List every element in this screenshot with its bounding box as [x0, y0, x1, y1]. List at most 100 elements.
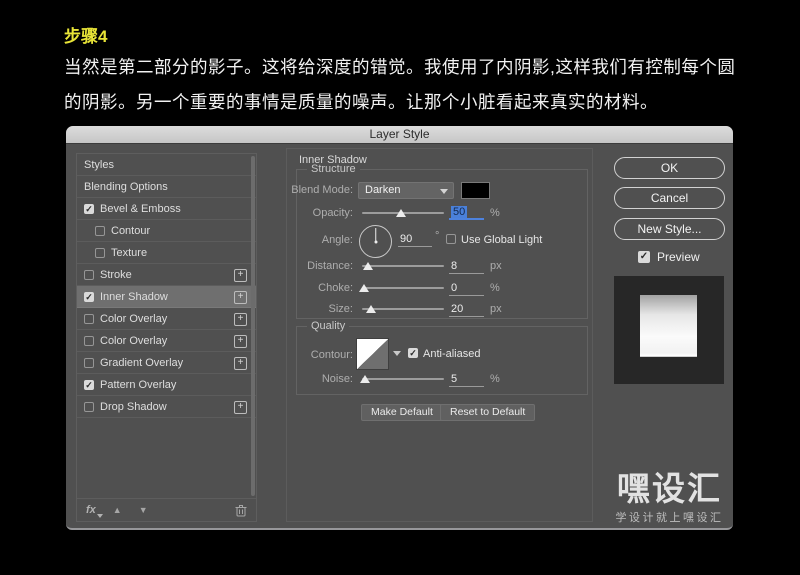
- add-effect-icon[interactable]: +: [234, 269, 247, 282]
- size-label: Size:: [328, 303, 353, 315]
- sidebar-item-styles[interactable]: Styles: [77, 154, 256, 176]
- anti-aliased-label: Anti-aliased: [423, 348, 481, 360]
- slider-track[interactable]: [362, 265, 444, 267]
- add-effect-icon[interactable]: +: [234, 335, 247, 348]
- choke-unit: %: [490, 282, 500, 294]
- chevron-down-icon[interactable]: [393, 351, 401, 356]
- distance-slider[interactable]: [362, 261, 444, 271]
- sidebar-item-color-overlay-1[interactable]: ✓ Color Overlay +: [77, 308, 256, 330]
- sidebar-item-label: Gradient Overlay: [100, 356, 184, 369]
- sidebar-item-gradient-overlay[interactable]: ✓ Gradient Overlay +: [77, 352, 256, 374]
- choke-slider[interactable]: [358, 283, 444, 293]
- slider-thumb-icon[interactable]: [366, 305, 377, 313]
- move-effect-up-icon[interactable]: ▲: [113, 505, 122, 515]
- effects-list: Styles Blending Options ✓ Bevel & Emboss…: [76, 153, 257, 522]
- contour-picker[interactable]: [356, 338, 389, 370]
- style-preview-thumbnail: [614, 276, 724, 384]
- sidebar-item-label: Styles: [84, 158, 114, 171]
- add-effect-icon[interactable]: +: [234, 291, 247, 304]
- noise-unit: %: [490, 373, 500, 385]
- choke-input[interactable]: 0: [449, 282, 484, 296]
- noise-label: Noise:: [321, 373, 353, 385]
- add-effect-icon[interactable]: +: [234, 401, 247, 414]
- sidebar-item-label: Color Overlay: [100, 312, 168, 325]
- sidebar-item-color-overlay-2[interactable]: ✓ Color Overlay +: [77, 330, 256, 352]
- preview-label: Preview: [657, 250, 700, 264]
- shadow-color-swatch[interactable]: [461, 182, 490, 199]
- angle-input[interactable]: 90: [398, 233, 432, 247]
- size-slider[interactable]: [362, 304, 444, 314]
- checkbox-unchecked-icon[interactable]: ✓: [84, 357, 94, 368]
- dialog-titlebar[interactable]: Layer Style: [66, 126, 733, 144]
- delete-effect-icon[interactable]: [235, 504, 247, 517]
- blend-mode-value: Darken: [365, 184, 401, 196]
- opacity-unit: %: [490, 207, 500, 219]
- sidebar-item-label: Color Overlay: [100, 334, 168, 347]
- sidebar-item-label: Texture: [111, 246, 148, 259]
- slider-track[interactable]: [362, 287, 444, 289]
- step-heading: 步骤4: [64, 27, 108, 46]
- angle-unit: °: [435, 230, 440, 242]
- noise-input[interactable]: 5: [449, 373, 484, 387]
- caret-down-icon: [96, 514, 103, 518]
- add-effect-icon[interactable]: +: [234, 313, 247, 326]
- slider-thumb-icon[interactable]: [362, 262, 373, 270]
- sidebar-item-texture[interactable]: ✓ Texture: [77, 242, 256, 264]
- blend-mode-select[interactable]: Darken: [358, 182, 454, 199]
- sidebar-item-stroke[interactable]: ✓ Stroke +: [77, 264, 256, 286]
- move-effect-down-icon[interactable]: ▼: [139, 505, 148, 515]
- angle-dial[interactable]: [359, 225, 392, 258]
- sidebar-item-pattern-overlay[interactable]: ✓ Pattern Overlay: [77, 374, 256, 396]
- preview-shape: [640, 295, 697, 357]
- sidebar-item-drop-shadow[interactable]: ✓ Drop Shadow +: [77, 396, 256, 418]
- tutorial-text-line-1: 当然是第二部分的影子。这将给深度的错觉。我使用了内阴影,这样我们有控制每个圆: [64, 57, 736, 77]
- anti-aliased-checkbox[interactable]: ✓: [408, 348, 418, 358]
- add-effect-icon[interactable]: +: [234, 357, 247, 370]
- dialog-title: Layer Style: [369, 127, 430, 141]
- checkbox-unchecked-icon[interactable]: ✓: [95, 225, 105, 236]
- opacity-slider[interactable]: [362, 208, 444, 218]
- checkbox-unchecked-icon[interactable]: ✓: [84, 313, 94, 324]
- tutorial-page: 步骤4 当然是第二部分的影子。这将给深度的错觉。我使用了内阴影,这样我们有控制每…: [0, 0, 800, 575]
- new-style-button[interactable]: New Style...: [614, 218, 725, 240]
- sidebar-item-bevel-emboss[interactable]: ✓ Bevel & Emboss: [77, 198, 256, 220]
- choke-label: Choke:: [318, 282, 353, 294]
- sidebar-item-blending-options[interactable]: Blending Options: [77, 176, 256, 198]
- sidebar-item-label: Drop Shadow: [100, 400, 167, 413]
- size-input[interactable]: 20: [449, 303, 484, 317]
- watermark-tagline: 学设计就上嘿设汇: [615, 512, 724, 524]
- noise-slider[interactable]: [360, 374, 444, 384]
- slider-track[interactable]: [362, 378, 444, 380]
- ok-button[interactable]: OK: [614, 157, 725, 179]
- fx-menu-icon[interactable]: fx: [86, 504, 103, 518]
- checkbox-checked-icon[interactable]: ✓: [84, 203, 94, 214]
- checkbox-checked-icon[interactable]: ✓: [84, 379, 94, 390]
- slider-thumb-icon[interactable]: [395, 209, 406, 217]
- slider-thumb-icon[interactable]: [360, 375, 371, 383]
- sidebar-item-inner-shadow[interactable]: ✓ Inner Shadow +: [77, 286, 256, 308]
- slider-thumb-icon[interactable]: [358, 284, 369, 292]
- preview-checkbox[interactable]: ✓: [638, 251, 650, 263]
- sidebar-item-label: Contour: [111, 224, 151, 237]
- make-default-button[interactable]: Make Default: [361, 404, 443, 421]
- checkbox-unchecked-icon[interactable]: ✓: [84, 401, 94, 412]
- watermark-logo: 嘿设汇: [617, 470, 722, 507]
- tutorial-text-line-2: 的阴影。另一个重要的事情是质量的噪声。让那个小脏看起来真实的材料。: [64, 92, 658, 112]
- sidebar-scrollbar[interactable]: [251, 156, 255, 496]
- angle-label: Angle:: [321, 234, 353, 246]
- effect-settings-panel: Inner Shadow Structure Blend Mode: Darke…: [286, 148, 593, 522]
- distance-input[interactable]: 8: [449, 260, 484, 274]
- checkbox-unchecked-icon[interactable]: ✓: [84, 269, 94, 280]
- use-global-light-checkbox[interactable]: ✓: [446, 234, 456, 244]
- effects-list-footer: fx ▲ ▼: [77, 498, 256, 521]
- opacity-input[interactable]: 50: [449, 206, 484, 220]
- reset-to-default-button[interactable]: Reset to Default: [440, 404, 536, 421]
- cancel-button[interactable]: Cancel: [614, 187, 725, 209]
- sidebar-item-contour[interactable]: ✓ Contour: [77, 220, 256, 242]
- chevron-down-icon: [440, 189, 448, 194]
- checkbox-unchecked-icon[interactable]: ✓: [84, 335, 94, 346]
- checkbox-unchecked-icon[interactable]: ✓: [95, 247, 105, 258]
- angle-center-dot-icon: [374, 240, 377, 243]
- contour-label: Contour:: [310, 349, 353, 361]
- checkbox-checked-icon[interactable]: ✓: [84, 291, 94, 302]
